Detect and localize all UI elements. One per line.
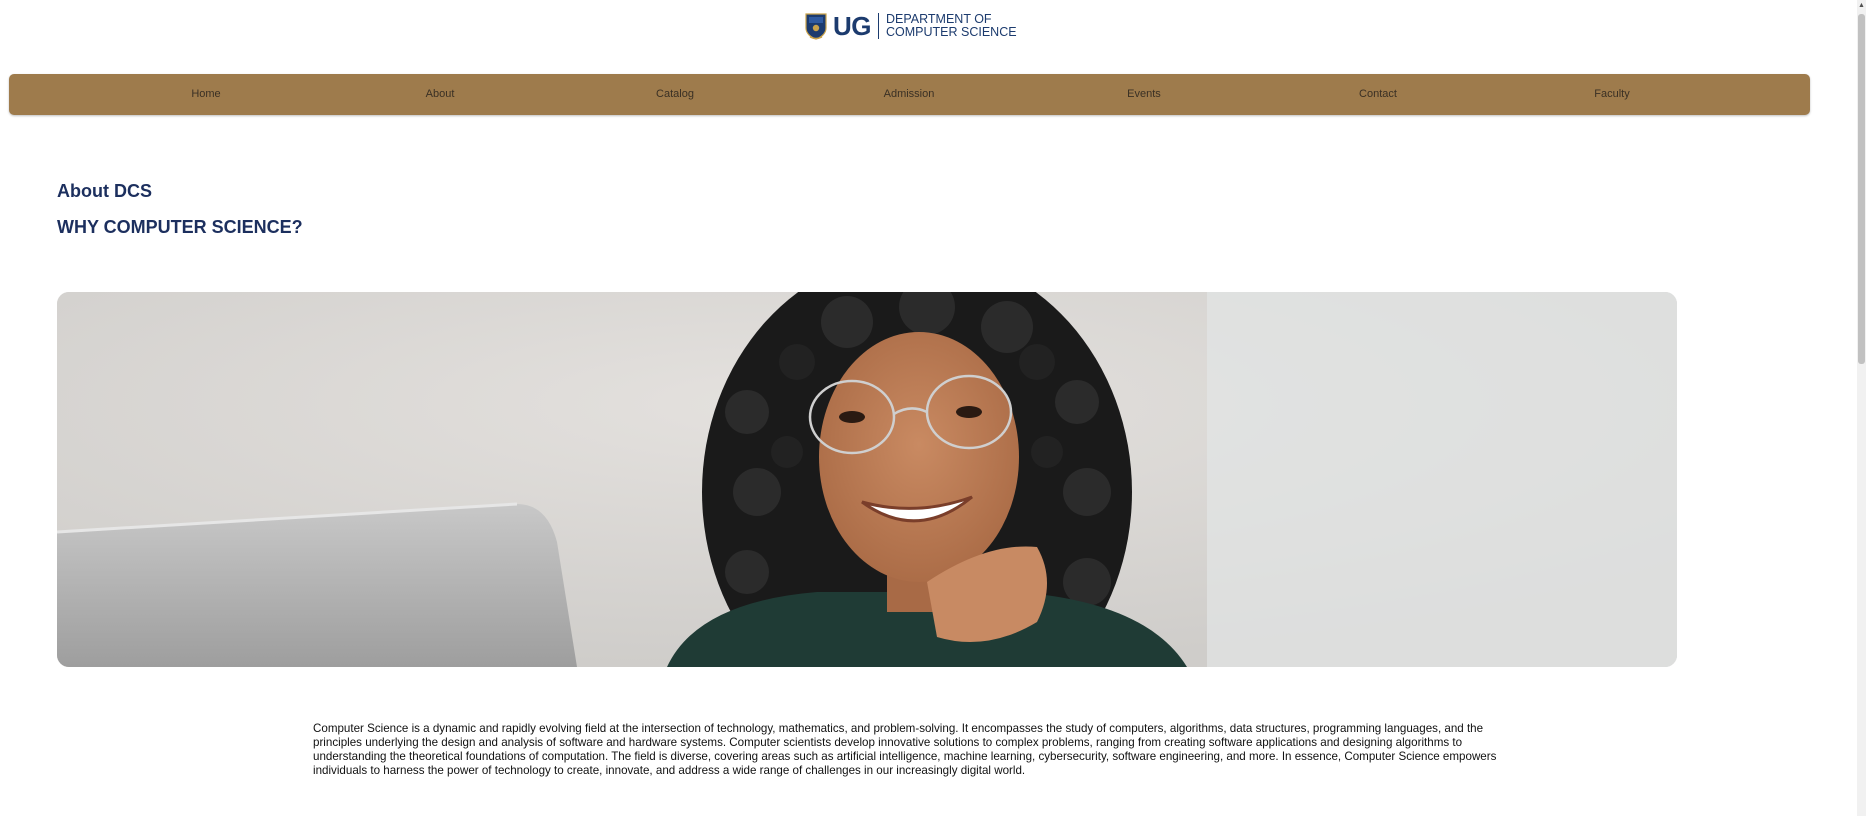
logo-divider bbox=[878, 13, 879, 39]
page: UG DEPARTMENT OF COMPUTER SCIENCE Home A… bbox=[0, 0, 1866, 816]
scroll-up-arrow-icon[interactable]: ▲ bbox=[1858, 2, 1865, 10]
logo-ug-text: UG bbox=[833, 11, 872, 41]
crest-icon bbox=[805, 13, 827, 40]
page-title: About DCS bbox=[57, 181, 152, 201]
nav-home[interactable]: Home bbox=[191, 74, 220, 115]
nav-catalog[interactable]: Catalog bbox=[656, 74, 694, 115]
logo-department-name: DEPARTMENT OF COMPUTER SCIENCE bbox=[886, 13, 1017, 39]
logo-line-2: COMPUTER SCIENCE bbox=[886, 25, 1017, 39]
section-heading: WHY COMPUTER SCIENCE? bbox=[57, 217, 303, 237]
nav-admission[interactable]: Admission bbox=[884, 74, 935, 115]
nav-contact[interactable]: Contact bbox=[1359, 74, 1397, 115]
student-smiling-photo-icon bbox=[57, 292, 1677, 667]
description-paragraph: Computer Science is a dynamic and rapidl… bbox=[313, 722, 1497, 777]
main-navbar: Home About Catalog Admission Events Cont… bbox=[9, 74, 1810, 115]
page-scrollbar[interactable]: ▲ bbox=[1857, 0, 1866, 816]
site-logo[interactable]: UG DEPARTMENT OF COMPUTER SCIENCE bbox=[805, 10, 1017, 42]
hero-image bbox=[57, 292, 1677, 667]
scroll-thumb[interactable] bbox=[1858, 14, 1865, 364]
nav-faculty[interactable]: Faculty bbox=[1594, 74, 1629, 115]
nav-about[interactable]: About bbox=[426, 74, 455, 115]
nav-events[interactable]: Events bbox=[1127, 74, 1161, 115]
